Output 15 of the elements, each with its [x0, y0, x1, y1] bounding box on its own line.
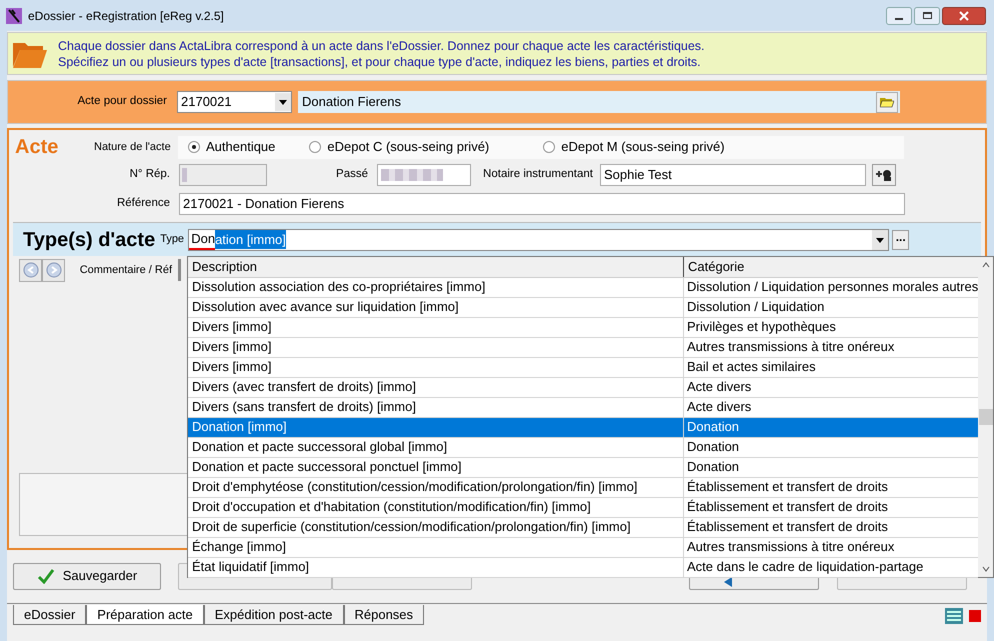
banner-text: Spécifiez un ou plusieurs types d'acte [transactions], et pour chaque type d'acte, indiquez les biens, parties et droits.: [58, 54, 702, 70]
window-title: eDossier - eRegistration [eReg v.2.5]: [28, 8, 224, 24]
column-header: Description: [188, 257, 684, 276]
section-title: Type(s) d'acte: [22, 228, 156, 252]
field-label: Commentaire / Réf: [78, 262, 173, 278]
field-label: Acte pour dossier: [76, 94, 168, 110]
field-label: Référence: [116, 196, 171, 212]
column-header: Catégorie: [687, 258, 746, 276]
field-label: Type: [159, 232, 186, 248]
field-label: N° Rép.: [128, 167, 171, 182]
field-label: Notaire instrumentant: [482, 167, 594, 182]
banner-text: Chaque dossier dans ActaLibra correspond à un acte dans l'eDossier. Donnez pour chaque acte les caractéristiques.: [58, 38, 705, 54]
field-label: Passé: [335, 167, 369, 182]
field-label: Nature de l'acte: [94, 140, 172, 155]
section-title: Acte: [14, 135, 60, 160]
